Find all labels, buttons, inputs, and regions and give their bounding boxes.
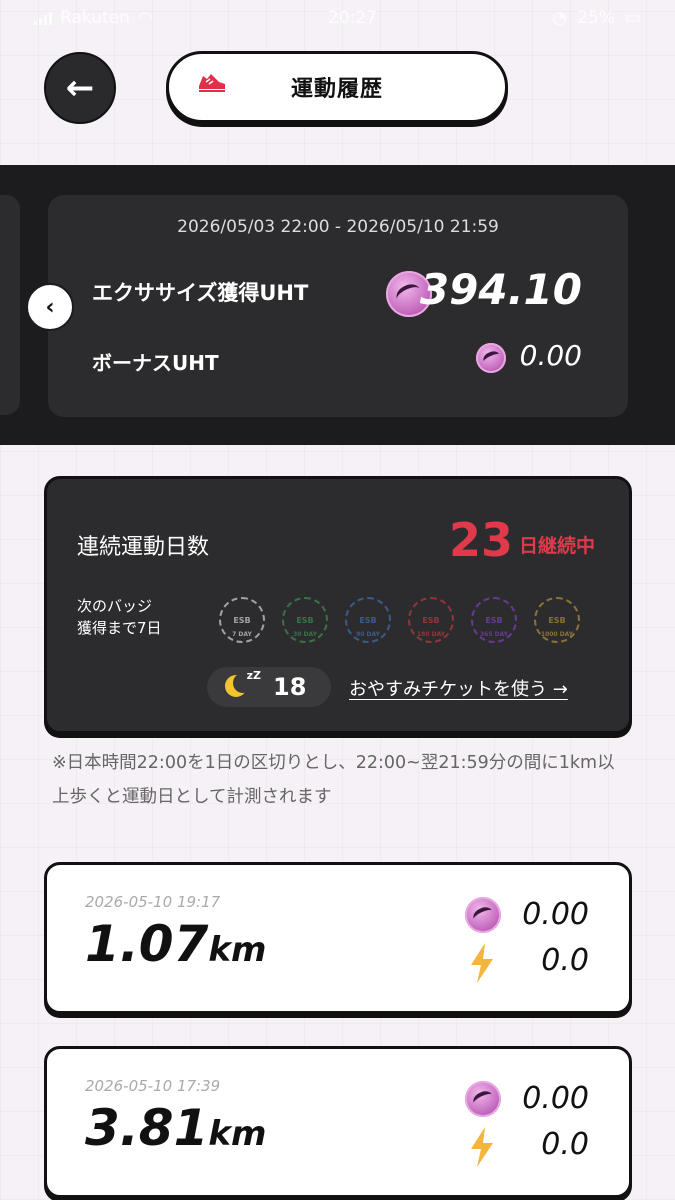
lock-rotation-icon: ◔ <box>552 8 568 28</box>
history-time: 2026-05-10 19:17 <box>85 893 221 911</box>
uht-summary-card: 2026/05/03 22:00 - 2026/05/10 21:59 エクササ… <box>48 195 628 417</box>
next-badge-line2: 獲得まで7日 <box>77 619 162 637</box>
period-range: 2026/05/03 22:00 - 2026/05/10 21:59 <box>177 217 499 237</box>
lightning-bolt-icon <box>471 1127 493 1167</box>
badge-label: 1000 DAY <box>540 631 574 638</box>
history-uht-value: 0.00 <box>522 897 589 932</box>
history-energy-value: 0.0 <box>541 1127 589 1162</box>
streak-days-suffix: 日継続中 <box>519 535 596 557</box>
uht-coin-small-icon <box>476 343 506 373</box>
distance-unit: km <box>208 930 267 970</box>
battery-percent: 25% <box>577 8 615 28</box>
summary-band: 2026/05/03 22:00 - 2026/05/10 21:59 エクササ… <box>0 165 675 445</box>
sleeping-moon-icon: zZ <box>221 669 261 701</box>
previous-card-peek[interactable] <box>0 195 20 415</box>
badge-text: ESB <box>296 615 314 625</box>
streak-card: 連続運動日数 23 日継続中 次のバッジ 獲得まで7日 ESB 7 DAY ESB 3… <box>44 476 632 734</box>
back-button[interactable]: ← <box>44 52 116 124</box>
badge-text: ESB <box>422 615 440 625</box>
exercise-uht-label: エクササイズ獲得UHT <box>92 281 309 305</box>
history-card[interactable]: 2026-05-10 17:39 3.81km 0.00 0.0 <box>44 1046 632 1198</box>
wifi-icon: ◠ <box>137 8 153 28</box>
lightning-bolt-icon <box>471 943 493 983</box>
carrier-name: Rakuten <box>60 8 130 28</box>
badge-label: 90 DAY <box>356 631 380 638</box>
streak-badge-icon: ESB 90 DAY <box>345 597 391 643</box>
streak-title: 連続運動日数 <box>77 535 210 560</box>
distance-unit: km <box>208 1114 267 1154</box>
sneaker-icon <box>197 70 227 100</box>
badge-text: ESB <box>485 615 503 625</box>
page-title: 運動履歴 <box>290 77 383 102</box>
streak-badge-icon: ESB 180 DAY <box>408 597 454 643</box>
streak-badge-icon: ESB 365 DAY <box>471 597 517 643</box>
badge-text: ESB <box>359 615 377 625</box>
history-card[interactable]: 2026-05-10 19:17 1.07km 0.00 0.0 <box>44 862 632 1014</box>
exercise-uht-value: 394.10 <box>419 265 582 314</box>
uht-coin-icon <box>465 897 501 933</box>
bonus-uht-label: ボーナスUHT <box>92 351 219 375</box>
streak-badge-icon: ESB 1000 DAY <box>534 597 580 643</box>
history-uht-value: 0.00 <box>522 1081 589 1116</box>
badge-label: 7 DAY <box>232 631 252 638</box>
badge-text: ESB <box>548 615 566 625</box>
signal-icon <box>34 11 52 25</box>
streak-days: 23 <box>449 513 514 567</box>
history-distance: 1.07km <box>85 915 266 973</box>
status-time: 20:27 <box>328 8 377 28</box>
next-badge-line1: 次のバッジ <box>77 597 153 615</box>
page-title-pill: 運動履歴 <box>166 51 508 123</box>
next-badge-text: 次のバッジ 獲得まで7日 <box>77 595 162 639</box>
distance-value: 3.81 <box>85 1099 209 1157</box>
rest-ticket-counter: zZ 18 <box>207 667 331 707</box>
use-rest-ticket-link[interactable]: おやすみチケットを使う → <box>349 675 568 701</box>
bonus-uht-value: 0.00 <box>519 339 582 372</box>
streak-badge-icon: ESB 30 DAY <box>282 597 328 643</box>
distance-value: 1.07 <box>85 915 209 973</box>
history-distance: 3.81km <box>85 1099 266 1157</box>
badge-text: ESB <box>233 615 251 625</box>
status-bar: Rakuten ◠ 20:27 ◔ 25% ▭ <box>0 0 675 36</box>
history-energy-value: 0.0 <box>541 943 589 978</box>
prev-period-button[interactable]: ‹ <box>26 283 74 331</box>
badge-label: 365 DAY <box>479 631 508 638</box>
badge-label: 30 DAY <box>293 631 317 638</box>
badge-label: 180 DAY <box>416 631 445 638</box>
history-time: 2026-05-10 17:39 <box>85 1077 221 1095</box>
uht-coin-icon <box>465 1081 501 1117</box>
ticket-count: 18 <box>273 673 307 701</box>
streak-note: ※日本時間22:00を1日の区切りとし、22:00~翌21:59分の間に1km以… <box>52 753 615 807</box>
battery-icon: ▭ <box>624 8 641 28</box>
arrow-left-icon: ← <box>65 68 95 108</box>
chevron-left-icon: ‹ <box>45 294 55 320</box>
streak-badge-icon: ESB 7 DAY <box>219 597 265 643</box>
